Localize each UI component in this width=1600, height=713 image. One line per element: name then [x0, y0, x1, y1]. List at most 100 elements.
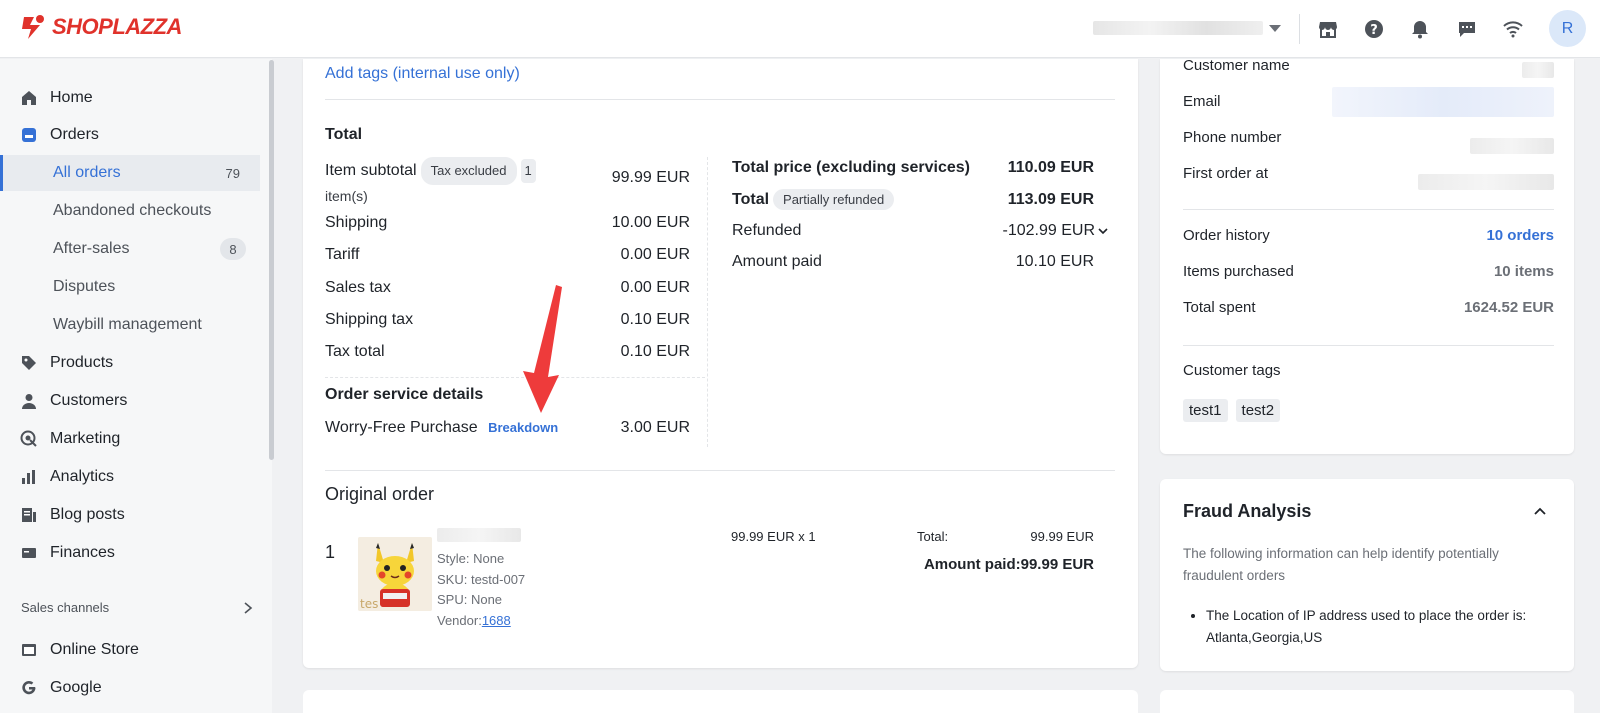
sidebar-subitem-disputes[interactable]: Disputes [0, 269, 260, 305]
sidebar-item-customers[interactable]: Customers [20, 383, 260, 419]
divider [1183, 209, 1554, 210]
sidebar-subitem-all-orders[interactable]: All orders 79 [0, 155, 260, 191]
column-divider [707, 157, 708, 447]
bell-icon[interactable] [1408, 17, 1432, 41]
refunded-label: Refunded [732, 222, 802, 239]
service-section-title: Order service details [325, 386, 484, 403]
total-price-row: Total price (excluding services) 110.09 … [732, 159, 1094, 177]
customer-tag: test2 [1235, 399, 1281, 422]
sales-channels-header[interactable]: Sales channels [21, 600, 253, 615]
next-side-card [1160, 690, 1574, 713]
phone-label: Phone number [1183, 129, 1282, 146]
item-subtotal-row: Item subtotal Tax excluded 1 item(s) 99.99… [325, 157, 690, 208]
fraud-analysis-card: Fraud Analysis The following information… [1160, 479, 1574, 671]
total-spent-label: Total spent [1183, 299, 1256, 316]
top-bar: SHOPLAZZA ? R [0, 0, 1600, 58]
total-spent-row: Total spent 1624.52 EUR [1183, 299, 1554, 316]
amount-paid-value: 10.10 EUR [1015, 253, 1094, 270]
tax-total-value: 0.10 EUR [620, 343, 690, 360]
person-icon [20, 392, 38, 410]
sidebar-subitem-abandoned-checkouts[interactable]: Abandoned checkouts [0, 193, 260, 229]
line-item-details: Style: None SKU: testd-007 SPU: None Ven… [437, 549, 525, 631]
total-spent-value: 1624.52 EUR [1463, 299, 1554, 316]
sidebar-item-finances[interactable]: Finances [20, 535, 260, 571]
store-name-redacted [1093, 21, 1263, 35]
line-item-index: 1 [325, 542, 336, 562]
shipping-row: Shipping 10.00 EUR [325, 214, 690, 232]
tax-excluded-badge: Tax excluded [420, 157, 517, 185]
store-selector[interactable] [1093, 19, 1281, 37]
chevron-down-icon[interactable] [1097, 226, 1109, 236]
unit-price-qty: 99.99 EUR x 1 [731, 529, 816, 544]
phone-redacted [1470, 138, 1554, 154]
sales-tax-row: Sales tax 0.00 EUR [325, 279, 690, 297]
total-row: Total Partially refunded 113.09 EUR [732, 189, 1094, 210]
partially-refunded-badge: Partially refunded [773, 189, 895, 210]
fraud-title: Fraud Analysis [1183, 501, 1312, 521]
avatar[interactable]: R [1549, 10, 1586, 47]
svg-text:tes: tes [360, 597, 378, 611]
sidebar-subitem-waybill[interactable]: Waybill management [0, 307, 260, 343]
sidebar-subitem-after-sales[interactable]: After-sales 8 [0, 231, 260, 267]
sidebar-scrollbar[interactable] [269, 60, 274, 460]
total-section-title: Total [325, 126, 363, 143]
items-purchased-value: 10 items [1493, 263, 1554, 280]
shipping-value: 10.00 EUR [611, 214, 690, 231]
sidebar-item-label: Analytics [50, 468, 115, 485]
sidebar-item-label: Home [50, 89, 93, 106]
worry-free-row: Worry-Free Purchase Breakdown 3.00 EUR [325, 419, 690, 437]
worry-free-label: Worry-Free Purchase [325, 419, 478, 436]
sidebar-item-label: Customers [50, 392, 128, 409]
customer-tags-label: Customer tags [1183, 362, 1281, 379]
customer-name-label: Customer name [1183, 57, 1290, 74]
store-icon[interactable] [1316, 17, 1340, 41]
item-subtotal-label: Item subtotal [325, 162, 417, 179]
items-purchased-label: Items purchased [1183, 263, 1294, 280]
divider [325, 99, 1115, 100]
google-icon [20, 679, 38, 697]
sidebar-item-google[interactable]: Google [20, 670, 260, 706]
refunded-row[interactable]: Refunded -102.99 EUR [732, 222, 1109, 240]
sidebar-item-blog-posts[interactable]: Blog posts [20, 497, 260, 533]
tariff-row: Tariff 0.00 EUR [325, 246, 690, 264]
sidebar-subitem-label: Waybill management [53, 316, 202, 333]
breakdown-link[interactable]: Breakdown [488, 420, 558, 435]
sidebar-item-marketing[interactable]: Marketing [20, 421, 260, 457]
total-price-label: Total price (excluding services) [732, 159, 971, 176]
help-icon[interactable]: ? [1362, 17, 1386, 41]
product-thumbnail[interactable]: tes [358, 537, 432, 611]
divider [1183, 345, 1554, 346]
brand-name: SHOPLAZZA [52, 14, 182, 39]
shoplazza-logo[interactable]: SHOPLAZZA [20, 13, 182, 41]
chart-icon [20, 468, 38, 486]
sidebar-item-analytics[interactable]: Analytics [20, 459, 260, 495]
marketing-icon [20, 430, 38, 448]
add-tags-link[interactable]: Add tags (internal use only) [325, 65, 520, 83]
customer-card: Customer name Email Phone number First o… [1160, 57, 1574, 454]
email-redacted [1332, 87, 1554, 117]
pikachu-image: tes [358, 537, 432, 611]
divider [325, 470, 1115, 471]
item-subtotal-value: 99.99 EUR [611, 169, 690, 186]
chevron-up-icon[interactable] [1533, 506, 1547, 516]
order-history-link[interactable]: 10 orders [1486, 227, 1554, 244]
item-count-badge: 1 [520, 159, 536, 183]
first-order-label: First order at [1183, 165, 1269, 182]
store-icon [20, 641, 38, 659]
sidebar-item-home[interactable]: Home [20, 80, 260, 116]
line-total-label: Total: [917, 529, 949, 544]
line-total-row: Total: 99.99 EUR [917, 529, 1094, 544]
wifi-icon[interactable] [1501, 17, 1525, 41]
sidebar-subitem-label: Disputes [53, 278, 116, 295]
sidebar-item-label: Online Store [50, 641, 139, 658]
vendor-link[interactable]: 1688 [482, 613, 511, 628]
chevron-right-icon [244, 601, 253, 614]
sidebar-subitem-label: Abandoned checkouts [53, 202, 212, 219]
sidebar-item-label: Products [50, 354, 114, 371]
sidebar-item-orders[interactable]: Orders [20, 117, 260, 153]
sidebar-item-online-store[interactable]: Online Store [20, 632, 260, 668]
sidebar-item-products[interactable]: Products [20, 345, 260, 381]
chat-icon[interactable] [1455, 17, 1479, 41]
item-count-suffix: item(s) [325, 188, 368, 204]
shipping-tax-label: Shipping tax [325, 311, 414, 328]
